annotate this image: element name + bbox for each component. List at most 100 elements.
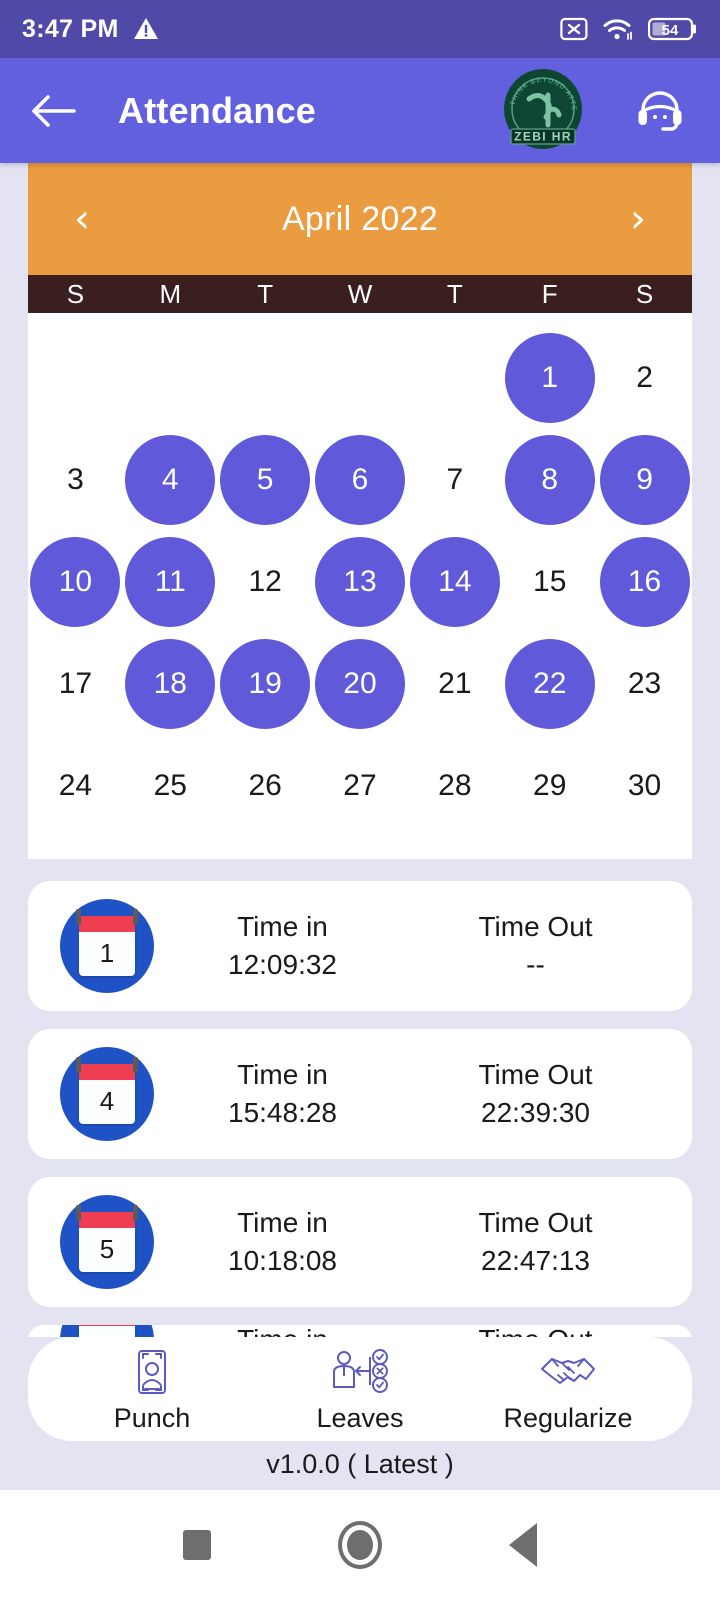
attendance-card[interactable]: 4 Time in 15:48:28 Time Out 22:39:30 (28, 1029, 692, 1159)
calendar-header: ‹ April 2022 › (28, 163, 692, 275)
calendar-day-21[interactable]: 21 (410, 639, 500, 729)
calendar-day-grid[interactable]: 1 2 3 4 5 6 7 8 9 10 11 12 13 14 15 16 17 18 19 20 21 22 23 24 2… (28, 313, 692, 859)
calendar-day-22[interactable]: 22 (504, 639, 595, 729)
action-punch[interactable]: Punch (62, 1345, 242, 1434)
calendar-date-icon: 5 (60, 1195, 154, 1289)
calendar-day-9[interactable]: 9 (599, 435, 690, 525)
calendar-icon-ring-right (133, 1205, 138, 1221)
calendar-icon-wrap: 1 (58, 899, 156, 993)
calendar-cell: 15 (502, 531, 597, 633)
calendar-day-27[interactable]: 27 (315, 741, 405, 831)
calendar-day-16[interactable]: 16 (599, 537, 690, 627)
calendar-day-11[interactable]: 11 (125, 537, 216, 627)
calendar-icon-day-number: 4 (99, 1086, 115, 1116)
time-out-label: Time Out (478, 1059, 593, 1091)
leaves-approval-icon (333, 1348, 388, 1393)
scroll-content[interactable]: ‹ April 2022 › SMTWTFS 1 2 3 4 5 6 7 8 9 10 11 12 13… (0, 163, 720, 1490)
calendar-day-30[interactable]: 30 (600, 741, 690, 831)
action-leaves[interactable]: Leaves (270, 1345, 450, 1434)
calendar-weekday-5: F (541, 278, 558, 309)
bottom-action-area: Punch Leaves Regularize v1.0.0 (Latest … (0, 1337, 720, 1490)
calendar-month-title: April 2022 (281, 199, 439, 238)
calendar-day-25[interactable]: 25 (125, 741, 215, 831)
action-leaves-label: Leaves (316, 1402, 404, 1433)
battery-icon: 54 (648, 16, 698, 42)
calendar-day-26[interactable]: 26 (220, 741, 310, 831)
time-out-value: 22:47:13 (481, 1245, 590, 1276)
phone-screen: 3:47 PM 54 Attendance THINK BEYOND ATTE … (0, 0, 720, 1600)
time-out-column: Time Out 22:39:30 (409, 1056, 662, 1132)
time-in-column: Time in 12:09:32 (156, 908, 409, 984)
calendar-day-17[interactable]: 17 (30, 639, 120, 729)
calendar-day-12[interactable]: 12 (220, 537, 310, 627)
calendar-day-2[interactable]: 2 (600, 333, 690, 423)
calendar-cell: 9 (597, 429, 692, 531)
calendar-day-20[interactable]: 20 (314, 639, 405, 729)
next-month-button[interactable]: › (618, 199, 658, 239)
calendar-date-icon: 1 (60, 899, 154, 993)
time-in-column: Time in 10:18:08 (156, 1204, 409, 1280)
attendance-card-list: 1 Time in 12:09:32 Time Out -- 4 Time in 15:48:… (28, 881, 692, 1355)
calendar-cell: 30 (597, 735, 692, 837)
calendar-empty-cell (218, 327, 313, 429)
calendar-icon-wrap: 5 (58, 1195, 156, 1289)
attendance-card[interactable]: 5 Time in 10:18:08 Time Out 22:47:13 (28, 1177, 692, 1307)
calendar-icon-ring-left (76, 1205, 81, 1221)
calendar-weekday-header: SMTWTFS (28, 275, 692, 313)
calendar-day-24[interactable]: 24 (30, 741, 120, 831)
calendar-day-7[interactable]: 7 (410, 435, 500, 525)
status-bar-left: 3:47 PM (22, 15, 159, 44)
calendar-day-15[interactable]: 15 (505, 537, 595, 627)
calendar-icon-header-bar (79, 1325, 135, 1326)
calendar-icon-sheet: 1 (79, 916, 135, 976)
calendar-cell: 1 (502, 327, 597, 429)
calendar-cell: 12 (218, 531, 313, 633)
calendar-icon-header-bar (79, 1212, 135, 1228)
home-circle-icon[interactable] (337, 1521, 382, 1569)
calendar-cell: 18 (123, 633, 218, 735)
calendar-empty-cell (313, 327, 408, 429)
calendar-cell: 4 (123, 429, 218, 531)
calendar-icon-day-number: 5 (99, 1234, 115, 1264)
calendar-day-14[interactable]: 14 (409, 537, 500, 627)
calendar-day-8[interactable]: 8 (504, 435, 595, 525)
time-out-column: Time Out -- (409, 908, 662, 984)
prev-month-button[interactable]: ‹ (62, 199, 102, 239)
headset-support-icon (638, 90, 682, 131)
calendar-cell: 29 (502, 735, 597, 837)
calendar-weekday-3: W (347, 278, 373, 309)
calendar-icon-header-bar (79, 916, 135, 932)
recents-square-icon[interactable] (183, 1530, 212, 1560)
calendar-day-13[interactable]: 13 (314, 537, 405, 627)
calendar-day-1[interactable]: 1 (504, 333, 595, 423)
calendar-day-23[interactable]: 23 (600, 639, 690, 729)
app-bar: Attendance THINK BEYOND ATTENDANCE ZEBI … (0, 58, 720, 163)
punch-face-scan-icon (138, 1349, 166, 1394)
calendar-day-18[interactable]: 18 (125, 639, 216, 729)
calendar-day-3[interactable]: 3 (30, 435, 120, 525)
calendar-day-5[interactable]: 5 (220, 435, 311, 525)
calendar-day-28[interactable]: 28 (410, 741, 500, 831)
calendar-empty-cell (123, 327, 218, 429)
calendar-icon-ring-right (133, 909, 138, 925)
calendar-cell: 19 (218, 633, 313, 735)
warning-triangle-icon (133, 17, 159, 41)
calendar-day-4[interactable]: 4 (125, 435, 216, 525)
calendar-icon-wrap: 4 (58, 1047, 156, 1141)
time-in-value: 10:18:08 (228, 1245, 337, 1276)
status-bar-right: 54 (560, 16, 698, 42)
time-in-label: Time in (237, 1207, 328, 1239)
action-regularize[interactable]: Regularize (478, 1345, 658, 1434)
calendar-day-29[interactable]: 29 (505, 741, 595, 831)
calendar-day-19[interactable]: 19 (220, 639, 311, 729)
calendar-day-10[interactable]: 10 (30, 537, 121, 627)
time-in-label: Time in (237, 1059, 328, 1091)
attendance-card[interactable]: 1 Time in 12:09:32 Time Out -- (28, 881, 692, 1011)
calendar-day-6[interactable]: 6 (314, 435, 405, 525)
calendar-weekday-0: S (66, 278, 85, 309)
support-button[interactable] (632, 85, 688, 137)
calendar: ‹ April 2022 › SMTWTFS 1 2 3 4 5 6 7 8 9 10 11 12 13… (28, 163, 692, 859)
back-button[interactable] (26, 94, 80, 128)
back-triangle-icon[interactable] (508, 1523, 537, 1567)
calendar-cell: 24 (28, 735, 123, 837)
